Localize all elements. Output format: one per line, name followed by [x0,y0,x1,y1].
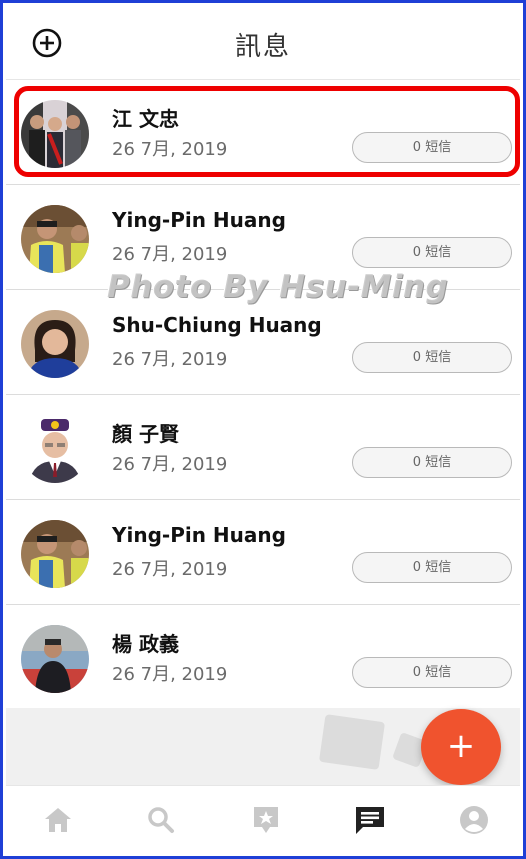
sms-count-button[interactable]: 0 短信 [352,552,512,583]
contact-name: Ying-Pin Huang [112,208,286,232]
sms-count-button[interactable]: 0 短信 [352,447,512,478]
message-date: 26 7月, 2019 [112,244,228,265]
contact-name: Ying-Pin Huang [112,523,286,547]
message-date: 26 7月, 2019 [112,139,228,160]
bottom-nav [6,785,520,853]
list-item[interactable]: Ying-Pin Huang 26 7月, 2019 0 短信 [6,500,520,605]
avatar [21,625,89,693]
search-icon[interactable] [144,804,178,836]
sms-count-button[interactable]: 0 短信 [352,237,512,268]
new-message-button[interactable]: + [421,709,501,785]
sms-count-button[interactable]: 0 短信 [352,132,512,163]
contact-name: Shu-Chiung Huang [112,313,322,337]
list-item[interactable]: 顏 子賢 26 7月, 2019 0 短信 [6,395,520,500]
message-date: 26 7月, 2019 [112,559,228,580]
page-title: 訊息 [234,32,291,62]
avatar [21,205,89,273]
list-item[interactable]: 江 文忠 26 7月, 2019 0 短信 [6,80,520,185]
list-item[interactable]: Shu-Chiung Huang 26 7月, 2019 0 短信 [6,290,520,395]
profile-icon[interactable] [457,804,491,836]
message-date: 26 7月, 2019 [112,349,228,370]
sms-count-button[interactable]: 0 短信 [352,657,512,688]
watermark: Photo By Hsu-Ming [107,269,449,305]
contact-name: 江 文忠 [112,107,179,131]
list-item[interactable]: 楊 政義 26 7月, 2019 0 短信 [6,605,520,710]
avatar [21,310,89,378]
sms-count-button[interactable]: 0 短信 [352,342,512,373]
header: 訊息 [6,6,520,80]
avatar [21,415,89,483]
message-date: 26 7月, 2019 [112,454,228,475]
avatar [21,520,89,588]
contact-name: 顏 子賢 [112,422,179,446]
home-icon[interactable] [41,804,75,836]
messages-icon[interactable] [353,804,387,836]
message-date: 26 7月, 2019 [112,664,228,685]
contact-list: 江 文忠 26 7月, 2019 0 短信 Ying-Pin Huang 26 [6,80,520,710]
app-frame: 訊息 江 文忠 26 7月, 2019 0 短信 Ying-Pin Huang … [0,0,526,859]
decorative-shape [318,714,386,770]
avatar [21,100,89,168]
favorites-icon[interactable] [249,804,283,836]
contact-name: 楊 政義 [112,632,179,656]
